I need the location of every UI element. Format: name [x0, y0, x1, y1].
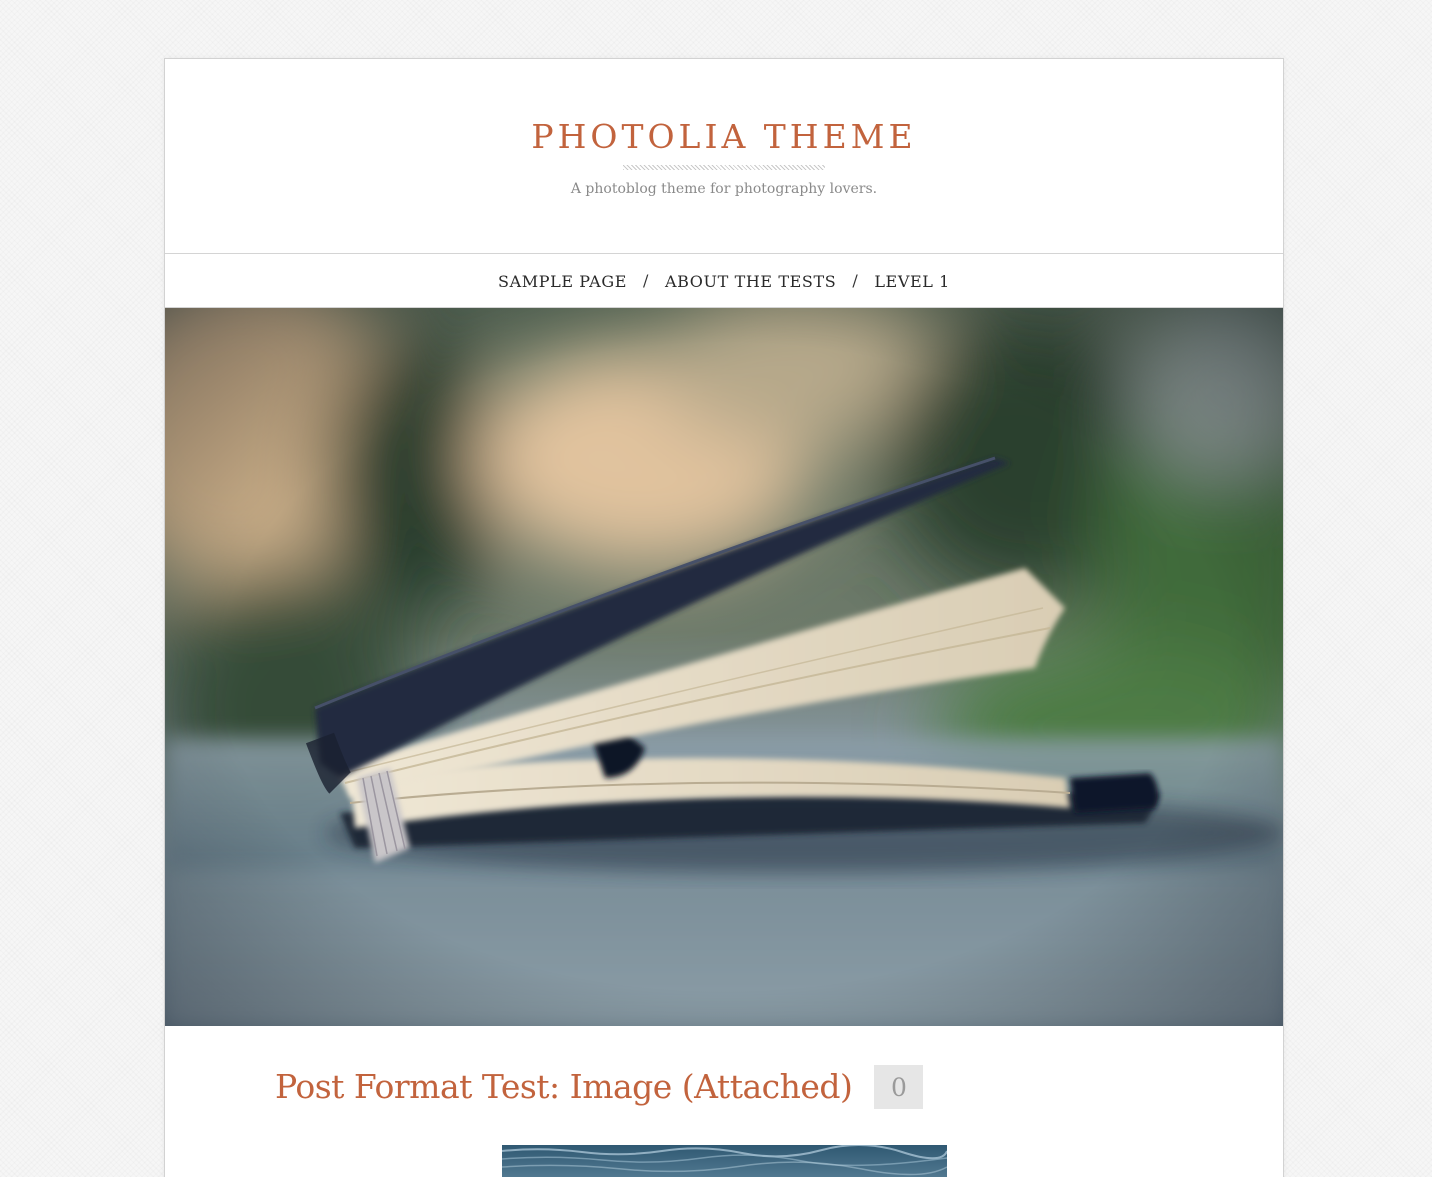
nav-item-level-1[interactable]: LEVEL 1: [874, 270, 950, 291]
site-header: PHOTOLIA THEME A photoblog theme for pho…: [165, 59, 1283, 254]
page-container: PHOTOLIA THEME A photoblog theme for pho…: [164, 58, 1284, 1177]
post-title[interactable]: Post Format Test: Image (Attached): [275, 1065, 853, 1109]
nav-separator: /: [643, 271, 649, 290]
title-divider: [623, 165, 825, 170]
post-image[interactable]: [502, 1145, 947, 1177]
comment-count-badge[interactable]: 0: [874, 1065, 924, 1109]
main-nav: SAMPLE PAGE / ABOUT THE TESTS / LEVEL 1: [165, 254, 1283, 308]
nav-item-sample-page[interactable]: SAMPLE PAGE: [498, 270, 627, 291]
water-photo: [502, 1145, 947, 1177]
nav-separator: /: [852, 271, 859, 290]
notebook-photo: [165, 308, 1283, 1026]
nav-item-about-the-tests[interactable]: ABOUT THE TESTS: [665, 270, 836, 291]
site-tagline: A photoblog theme for photography lovers…: [570, 181, 878, 197]
site-title[interactable]: PHOTOLIA THEME: [165, 115, 1283, 159]
hero-image[interactable]: [165, 308, 1283, 1026]
post-header: Post Format Test: Image (Attached) 0: [275, 1065, 924, 1109]
